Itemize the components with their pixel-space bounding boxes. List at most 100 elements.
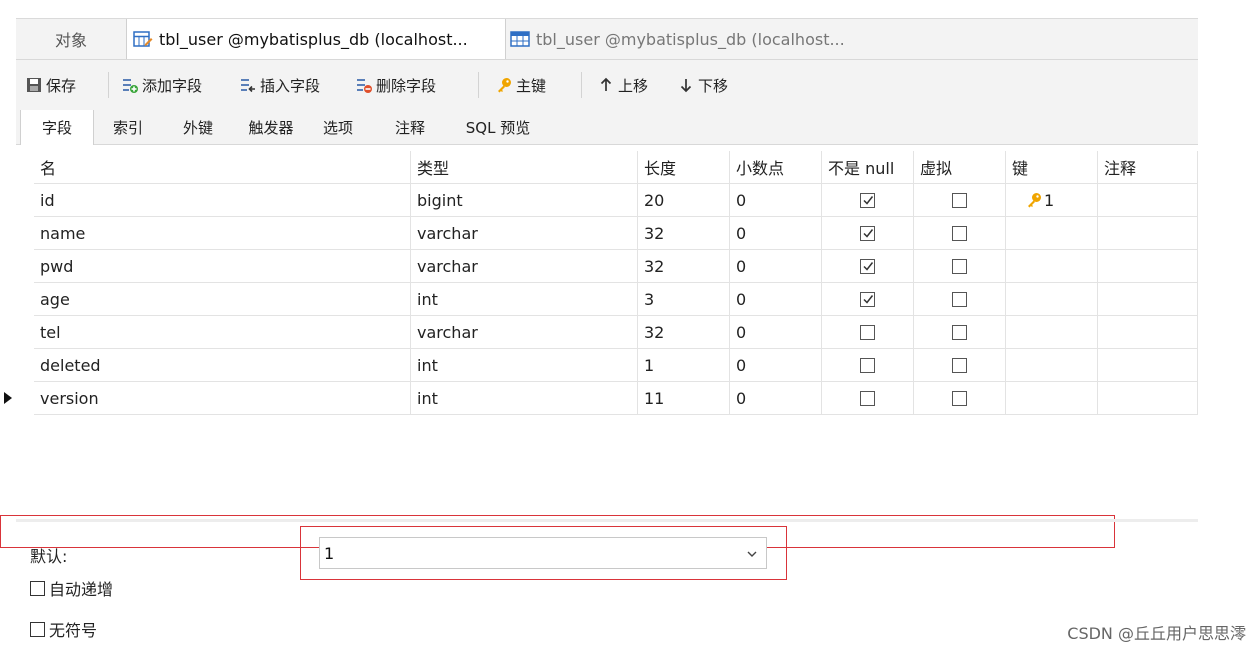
key-cell[interactable] <box>1006 217 1098 250</box>
length-cell[interactable]: 32 <box>638 217 730 250</box>
comment-cell[interactable] <box>1098 316 1198 349</box>
virtual-cell[interactable] <box>914 382 1006 415</box>
table-row[interactable]: age int 3 0 <box>16 283 1198 316</box>
type-cell[interactable]: int <box>411 283 638 316</box>
column-header-not-null[interactable]: 不是 null <box>822 151 914 184</box>
type-cell[interactable]: int <box>411 382 638 415</box>
move-down-button[interactable]: 下移 <box>678 74 728 96</box>
type-cell[interactable]: varchar <box>411 316 638 349</box>
column-header-type[interactable]: 类型 <box>411 151 638 184</box>
virtual-checkbox[interactable] <box>952 357 967 373</box>
type-cell[interactable]: int <box>411 349 638 382</box>
decimals-cell[interactable]: 0 <box>730 217 822 250</box>
key-cell[interactable] <box>1006 316 1098 349</box>
not-null-cell[interactable] <box>822 382 914 415</box>
column-header-comment[interactable]: 注释 <box>1098 151 1198 184</box>
tab-fields[interactable]: 字段 <box>20 110 94 145</box>
virtual-checkbox[interactable] <box>952 258 967 274</box>
table-row[interactable]: pwd varchar 32 0 <box>16 250 1198 283</box>
table-row[interactable]: deleted int 1 0 <box>16 349 1198 382</box>
column-header-name[interactable]: 名 <box>34 151 411 184</box>
comment-cell[interactable] <box>1098 184 1198 217</box>
tab-table-data[interactable]: tbl_user @mybatisplus_db (localhost... <box>506 19 906 59</box>
virtual-checkbox[interactable] <box>952 225 967 241</box>
primary-key-button[interactable]: 主键 <box>496 74 546 96</box>
not-null-checkbox[interactable] <box>860 324 875 340</box>
chevron-down-icon[interactable] <box>746 548 758 560</box>
length-cell[interactable]: 32 <box>638 250 730 283</box>
not-null-checkbox[interactable] <box>860 357 875 373</box>
move-up-button[interactable]: 上移 <box>598 74 648 96</box>
not-null-checkbox[interactable] <box>860 192 875 208</box>
comment-cell[interactable] <box>1098 250 1198 283</box>
default-value-combobox[interactable]: 1 <box>319 537 767 569</box>
virtual-cell[interactable] <box>914 283 1006 316</box>
column-header-virtual[interactable]: 虚拟 <box>914 151 1006 184</box>
tab-comments[interactable]: 注释 <box>376 110 444 144</box>
key-cell[interactable] <box>1006 349 1098 382</box>
add-field-button[interactable]: 添加字段 <box>122 74 202 96</box>
tab-foreign-keys[interactable]: 外键 <box>162 110 234 144</box>
unsigned-option[interactable]: 无符号 <box>30 617 97 641</box>
virtual-checkbox[interactable] <box>952 291 967 307</box>
virtual-cell[interactable] <box>914 250 1006 283</box>
not-null-cell[interactable] <box>822 316 914 349</box>
insert-field-button[interactable]: 插入字段 <box>240 74 320 96</box>
key-cell[interactable] <box>1006 283 1098 316</box>
comment-cell[interactable] <box>1098 217 1198 250</box>
not-null-cell[interactable] <box>822 217 914 250</box>
tab-sql-preview[interactable]: SQL 预览 <box>450 110 546 144</box>
decimals-cell[interactable]: 0 <box>730 283 822 316</box>
name-cell[interactable]: name <box>34 217 411 250</box>
unsigned-checkbox[interactable] <box>30 621 45 637</box>
virtual-cell[interactable] <box>914 217 1006 250</box>
not-null-checkbox[interactable] <box>860 291 875 307</box>
not-null-checkbox[interactable] <box>860 258 875 274</box>
decimals-cell[interactable]: 0 <box>730 349 822 382</box>
type-cell[interactable]: varchar <box>411 250 638 283</box>
auto-increment-option[interactable]: 自动递增 <box>30 576 113 600</box>
table-row[interactable]: tel varchar 32 0 <box>16 316 1198 349</box>
tab-table-design-active[interactable]: tbl_user @mybatisplus_db (localhost... <box>126 19 506 59</box>
name-cell[interactable]: version <box>34 382 411 415</box>
comment-cell[interactable] <box>1098 349 1198 382</box>
auto-increment-checkbox[interactable] <box>30 580 45 596</box>
table-row[interactable]: version int 11 0 <box>4 382 1198 415</box>
virtual-checkbox[interactable] <box>952 324 967 340</box>
length-cell[interactable]: 32 <box>638 316 730 349</box>
name-cell[interactable]: tel <box>34 316 411 349</box>
key-cell[interactable] <box>1006 250 1098 283</box>
length-cell[interactable]: 3 <box>638 283 730 316</box>
virtual-cell[interactable] <box>914 349 1006 382</box>
column-header-length[interactable]: 长度 <box>638 151 730 184</box>
type-cell[interactable]: varchar <box>411 217 638 250</box>
key-cell[interactable] <box>1006 382 1098 415</box>
length-cell[interactable]: 11 <box>638 382 730 415</box>
virtual-cell[interactable] <box>914 184 1006 217</box>
table-row[interactable]: id bigint 20 0 1 <box>16 184 1198 217</box>
type-cell[interactable]: bigint <box>411 184 638 217</box>
comment-cell[interactable] <box>1098 283 1198 316</box>
delete-field-button[interactable]: 删除字段 <box>356 74 436 96</box>
length-cell[interactable]: 20 <box>638 184 730 217</box>
virtual-cell[interactable] <box>914 316 1006 349</box>
key-cell[interactable]: 1 <box>1006 184 1098 217</box>
tab-indexes[interactable]: 索引 <box>94 110 162 144</box>
name-cell[interactable]: id <box>34 184 411 217</box>
decimals-cell[interactable]: 0 <box>730 250 822 283</box>
length-cell[interactable]: 1 <box>638 349 730 382</box>
virtual-checkbox[interactable] <box>952 192 967 208</box>
tab-objects[interactable]: 对象 <box>16 19 126 59</box>
not-null-cell[interactable] <box>822 349 914 382</box>
column-header-decimals[interactable]: 小数点 <box>730 151 822 184</box>
not-null-cell[interactable] <box>822 283 914 316</box>
comment-cell[interactable] <box>1098 382 1198 415</box>
table-row[interactable]: name varchar 32 0 <box>16 217 1198 250</box>
not-null-checkbox[interactable] <box>860 390 875 406</box>
not-null-checkbox[interactable] <box>860 225 875 241</box>
tab-options[interactable]: 选项 <box>308 110 368 144</box>
save-button[interactable]: 保存 <box>26 74 76 96</box>
name-cell[interactable]: deleted <box>34 349 411 382</box>
name-cell[interactable]: pwd <box>34 250 411 283</box>
column-header-key[interactable]: 键 <box>1006 151 1098 184</box>
